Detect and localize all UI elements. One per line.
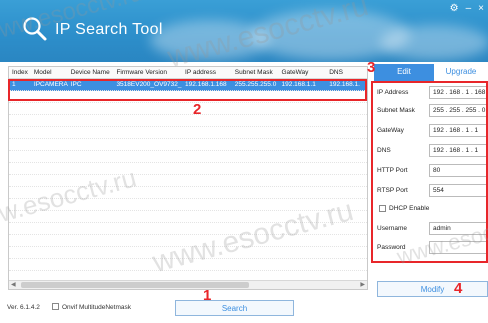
horizontal-scrollbar[interactable]: ◀ ▶ [9, 280, 367, 289]
column-header[interactable]: Model [31, 67, 68, 78]
cloud-decoration [380, 25, 488, 60]
annotation-number: 2 [193, 101, 202, 118]
scroll-right-icon[interactable]: ▶ [360, 281, 365, 288]
title-bar: IP Search Tool ⚙ – × [0, 0, 488, 62]
annotation-number: 4 [454, 280, 463, 297]
scrollbar-thumb[interactable] [21, 282, 249, 288]
table-row [9, 103, 367, 115]
table-row [9, 127, 367, 139]
column-header[interactable]: Subnet Mask [232, 67, 279, 78]
annotation-box-edit-form [371, 81, 488, 263]
table-row [9, 199, 367, 211]
modify-button[interactable]: Modify [377, 281, 488, 297]
magnifier-icon [23, 17, 47, 41]
minimize-button[interactable]: – [466, 3, 472, 14]
annotation-box-device-row [8, 79, 367, 101]
settings-icon[interactable]: ⚙ [450, 3, 459, 14]
column-header[interactable]: GateWay [279, 67, 327, 78]
version-label: Ver. 6.1.4.2 [7, 304, 40, 311]
annotation-number: 1 [203, 287, 212, 304]
table-row [9, 151, 367, 163]
column-header[interactable]: DNS [326, 67, 367, 78]
window-controls: ⚙ – × [450, 3, 484, 14]
table-header: Index Model Device Name Firmware Version… [9, 67, 367, 79]
tab-upgrade[interactable]: Upgrade [434, 64, 488, 81]
onvif-checkbox[interactable] [52, 303, 59, 310]
column-header[interactable]: Index [9, 67, 31, 78]
table-row [9, 115, 367, 127]
table-row [9, 211, 367, 223]
panel-tabs: Edit Upgrade [374, 64, 488, 81]
search-button[interactable]: Search [175, 300, 294, 316]
annotation-number: 3 [367, 59, 376, 76]
table-row [9, 139, 367, 151]
column-header[interactable]: Firmware Version [113, 67, 182, 78]
table-row [9, 187, 367, 199]
app-title: IP Search Tool [55, 21, 163, 38]
column-header[interactable]: IP address [182, 67, 232, 78]
table-row [9, 163, 367, 175]
tab-edit[interactable]: Edit [374, 64, 434, 81]
table-row [9, 247, 367, 259]
table-row [9, 223, 367, 235]
table-row [9, 235, 367, 247]
onvif-label: Onvif MultitudeNetmask [62, 304, 131, 311]
column-header[interactable]: Device Name [68, 67, 114, 78]
table-row [9, 175, 367, 187]
close-button[interactable]: × [478, 3, 484, 14]
scroll-left-icon[interactable]: ◀ [11, 281, 16, 288]
table-row [9, 259, 367, 271]
